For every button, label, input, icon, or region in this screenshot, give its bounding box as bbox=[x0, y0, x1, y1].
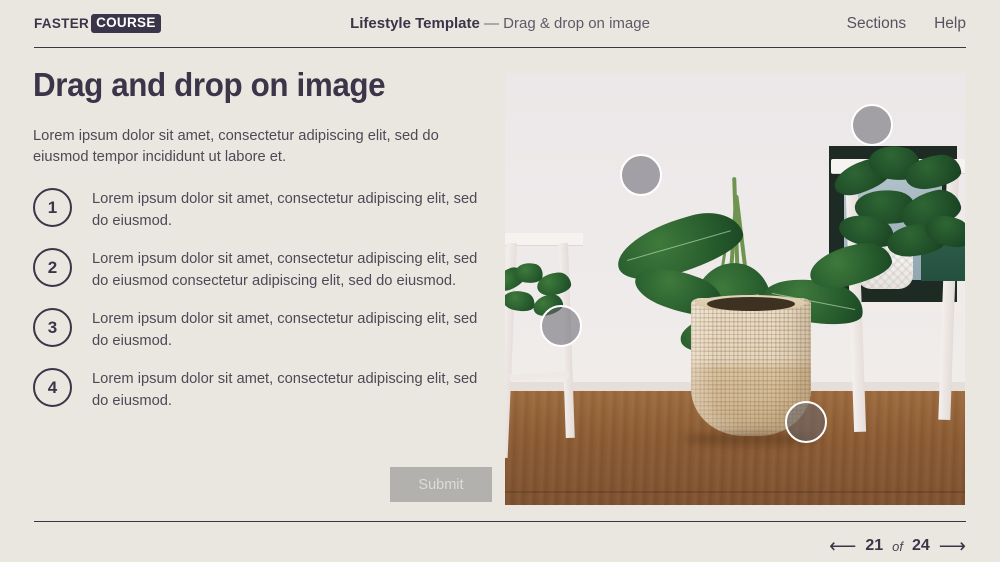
header-title: Lifestyle Template — Drag & drop on imag… bbox=[34, 15, 966, 32]
intro-paragraph: Lorem ipsum dolor sit amet, consectetur … bbox=[33, 128, 439, 165]
current-page-number: 21 bbox=[865, 537, 884, 554]
brand-logo-course-badge: COURSE bbox=[91, 14, 161, 33]
numbered-item-list: 1 Lorem ipsum dolor sit amet, consectetu… bbox=[33, 186, 488, 426]
leaf-vein bbox=[627, 229, 732, 262]
list-item[interactable]: 4 Lorem ipsum dolor sit amet, consectetu… bbox=[33, 366, 488, 412]
item-text: Lorem ipsum dolor sit amet, consectetur … bbox=[92, 371, 478, 409]
pagination: ⟵ 21 of 24 ⟶ bbox=[829, 529, 966, 556]
item-text: Lorem ipsum dolor sit amet, consectetur … bbox=[92, 251, 478, 289]
drop-target-4[interactable] bbox=[785, 401, 827, 443]
drag-drop-image[interactable] bbox=[505, 73, 965, 505]
item-number-badge: 1 bbox=[33, 188, 72, 227]
brand-logo[interactable]: FASTER COURSE bbox=[34, 14, 161, 34]
item-number-badge: 4 bbox=[33, 368, 72, 407]
list-item[interactable]: 2 Lorem ipsum dolor sit amet, consectetu… bbox=[33, 246, 488, 292]
drop-target-3[interactable] bbox=[540, 305, 582, 347]
app-footer: ⟵ 21 of 24 ⟶ bbox=[34, 521, 966, 562]
app-header: FASTER COURSE Lifestyle Template — Drag … bbox=[34, 0, 966, 48]
nav-item-help[interactable]: Help bbox=[934, 15, 966, 33]
submit-button[interactable]: Submit bbox=[390, 467, 492, 502]
brand-logo-faster: FASTER bbox=[34, 16, 90, 31]
item-number-badge: 2 bbox=[33, 248, 72, 287]
nav-item-sections[interactable]: Sections bbox=[847, 15, 906, 33]
drop-target-1[interactable] bbox=[620, 154, 662, 196]
page-title: Drag and drop on image bbox=[33, 66, 386, 103]
floor-seam bbox=[505, 491, 965, 494]
pagination-of-label: of bbox=[892, 538, 903, 554]
previous-page-arrow-icon[interactable]: ⟵ bbox=[829, 537, 856, 556]
total-page-number: 24 bbox=[911, 537, 930, 554]
header-separator: — bbox=[484, 15, 499, 32]
header-nav: Sections Help bbox=[847, 15, 966, 33]
list-item[interactable]: 3 Lorem ipsum dolor sit amet, consectetu… bbox=[33, 306, 488, 352]
drop-target-2[interactable] bbox=[851, 104, 893, 146]
list-item[interactable]: 1 Lorem ipsum dolor sit amet, consectetu… bbox=[33, 186, 488, 232]
header-screen-name: Drag & drop on image bbox=[503, 15, 650, 32]
basket-soil bbox=[706, 296, 796, 311]
item-number-badge: 3 bbox=[33, 308, 72, 347]
next-page-arrow-icon[interactable]: ⟶ bbox=[939, 537, 966, 556]
leaf bbox=[505, 287, 537, 315]
item-text: Lorem ipsum dolor sit amet, consectetur … bbox=[92, 191, 478, 229]
item-text: Lorem ipsum dolor sit amet, consectetur … bbox=[92, 311, 478, 349]
header-template-name: Lifestyle Template bbox=[350, 15, 480, 32]
